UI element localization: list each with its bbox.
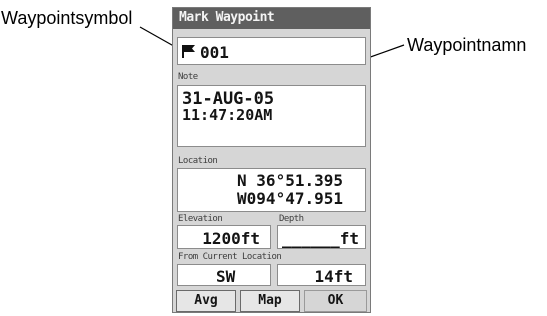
distance-value: 14ft <box>314 267 353 286</box>
depth-value: ______ft <box>281 229 359 248</box>
waypoint-name-callout: Waypointnamn <box>407 35 527 55</box>
elevation-label: Elevation <box>178 214 223 224</box>
screen-title: Mark Waypoint <box>179 10 275 25</box>
waypoint-name-row[interactable]: 001 <box>177 37 366 65</box>
bearing-value: SW <box>216 267 236 286</box>
bearing-field: SW <box>177 264 271 286</box>
waypoint-symbol-callout: Waypointsymbol <box>1 8 133 28</box>
note-field[interactable]: 31-AUG-05 11:47:20AM <box>177 85 366 147</box>
elevation-field[interactable]: 1200ft <box>177 225 271 249</box>
flag-icon[interactable] <box>181 44 197 64</box>
note-label: Note <box>178 72 198 82</box>
location-label: Location <box>178 156 218 166</box>
distance-field: 14ft <box>277 264 366 286</box>
title-bar: Mark Waypoint <box>173 8 370 29</box>
elevation-value: 1200ft <box>202 229 260 248</box>
waypoint-name-field[interactable]: 001 <box>200 43 229 62</box>
depth-field[interactable]: ______ft <box>277 225 366 249</box>
latitude-value: N 36°51.395 <box>237 171 343 190</box>
note-time: 11:47:20AM <box>182 106 273 124</box>
avg-button[interactable]: Avg <box>176 290 236 312</box>
location-field[interactable]: N 36°51.395 W094°47.951 <box>177 168 366 212</box>
map-button[interactable]: Map <box>240 290 300 312</box>
gps-screen: Mark Waypoint 001 Note 31-AUG-05 11:47:2… <box>172 7 371 313</box>
from-current-location-label: From Current Location <box>178 252 282 262</box>
ok-button[interactable]: OK <box>304 290 367 312</box>
longitude-value: W094°47.951 <box>237 189 343 208</box>
depth-label: Depth <box>279 214 304 224</box>
